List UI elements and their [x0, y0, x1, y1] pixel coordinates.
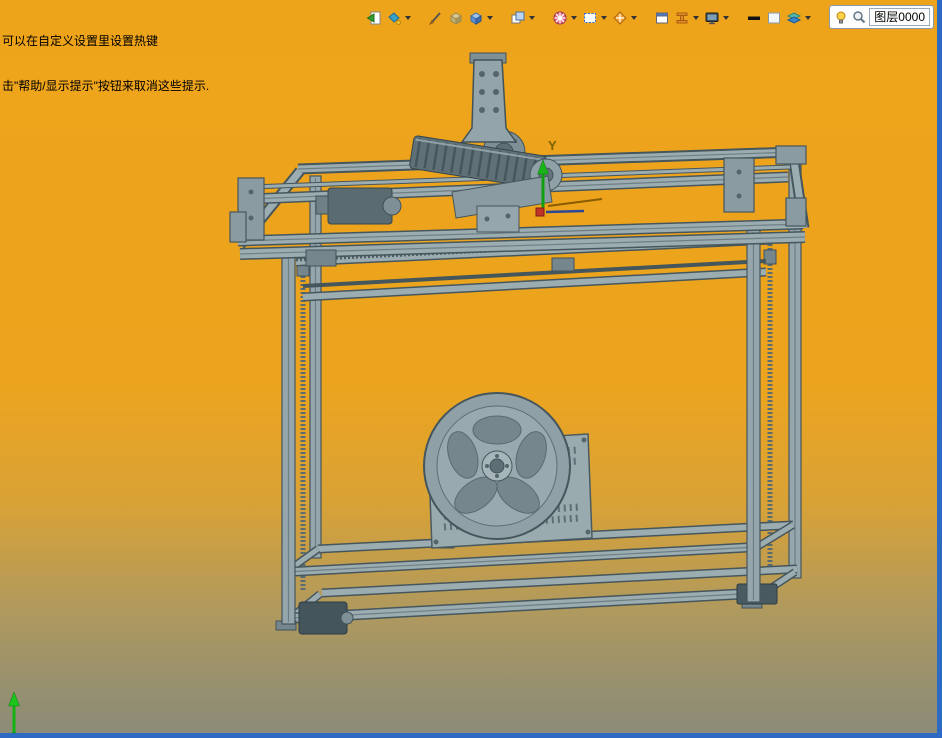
layer-panel: 图层0000 [829, 5, 934, 29]
lead-screw-left[interactable] [296, 256, 310, 590]
selection-box-icon[interactable] [580, 8, 600, 28]
bottom-frame[interactable] [275, 564, 798, 631]
frame-leg-front-right[interactable] [746, 229, 761, 603]
color-swatch-icon[interactable] [764, 8, 784, 28]
machine-model[interactable]: Y [229, 52, 810, 635]
bottom-motor-left[interactable] [298, 601, 354, 635]
solid-cube-icon[interactable] [466, 8, 486, 28]
pulley-wheel[interactable] [423, 392, 571, 540]
display-mode-icon[interactable] [702, 8, 722, 28]
line-width-icon[interactable] [744, 8, 764, 28]
hint-text: 可以在自定义设置里设置热键 击"帮助/显示提示"按钮来取消这些提示. [2, 4, 209, 124]
dropdown-arrow[interactable] [487, 16, 493, 20]
z-axis-assembly[interactable] [409, 52, 563, 233]
pattern-wheel-icon[interactable] [550, 8, 570, 28]
layer-name-field[interactable]: 图层0000 [869, 8, 930, 26]
back-page-icon[interactable] [364, 8, 384, 28]
cad-application-window: Y 可以在自定义设置里设置热键 击"帮助/显示提示"按钮来取消这些提示. 图层0… [0, 0, 942, 738]
window-border-right [937, 0, 942, 738]
h-beam-icon[interactable] [672, 8, 692, 28]
work-axis-label: Y [548, 138, 557, 153]
window-border-bottom [0, 733, 942, 738]
dropdown-arrow[interactable] [805, 16, 811, 20]
dropdown-arrow[interactable] [723, 16, 729, 20]
dropdown-arrow[interactable] [529, 16, 535, 20]
paint-style-icon[interactable] [384, 8, 404, 28]
extrude-cube-icon[interactable] [446, 8, 466, 28]
locate-target-icon[interactable] [610, 8, 630, 28]
world-axis-indicator [8, 691, 20, 737]
frame-leg-front-left[interactable] [281, 247, 296, 625]
dropdown-arrow[interactable] [601, 16, 607, 20]
window-icon[interactable] [652, 8, 672, 28]
dropdown-arrow[interactable] [631, 16, 637, 20]
dropdown-arrow[interactable] [405, 16, 411, 20]
hint-line-1: 可以在自定义设置里设置热键 [2, 34, 159, 48]
x-axis-motor[interactable] [315, 187, 402, 225]
lightbulb-icon[interactable] [833, 9, 849, 25]
stacked-squares-icon[interactable] [508, 8, 528, 28]
pen-icon[interactable] [426, 8, 446, 28]
dropdown-arrow[interactable] [571, 16, 577, 20]
hint-line-2: 击"帮助/显示提示"按钮来取消这些提示. [2, 79, 210, 93]
mid-cross-rail[interactable] [302, 259, 767, 302]
main-toolbar [364, 6, 814, 30]
dropdown-arrow[interactable] [693, 16, 699, 20]
layers-icon[interactable] [784, 8, 804, 28]
z-bracket-plate [460, 59, 518, 143]
magnifier-icon[interactable] [851, 9, 867, 25]
